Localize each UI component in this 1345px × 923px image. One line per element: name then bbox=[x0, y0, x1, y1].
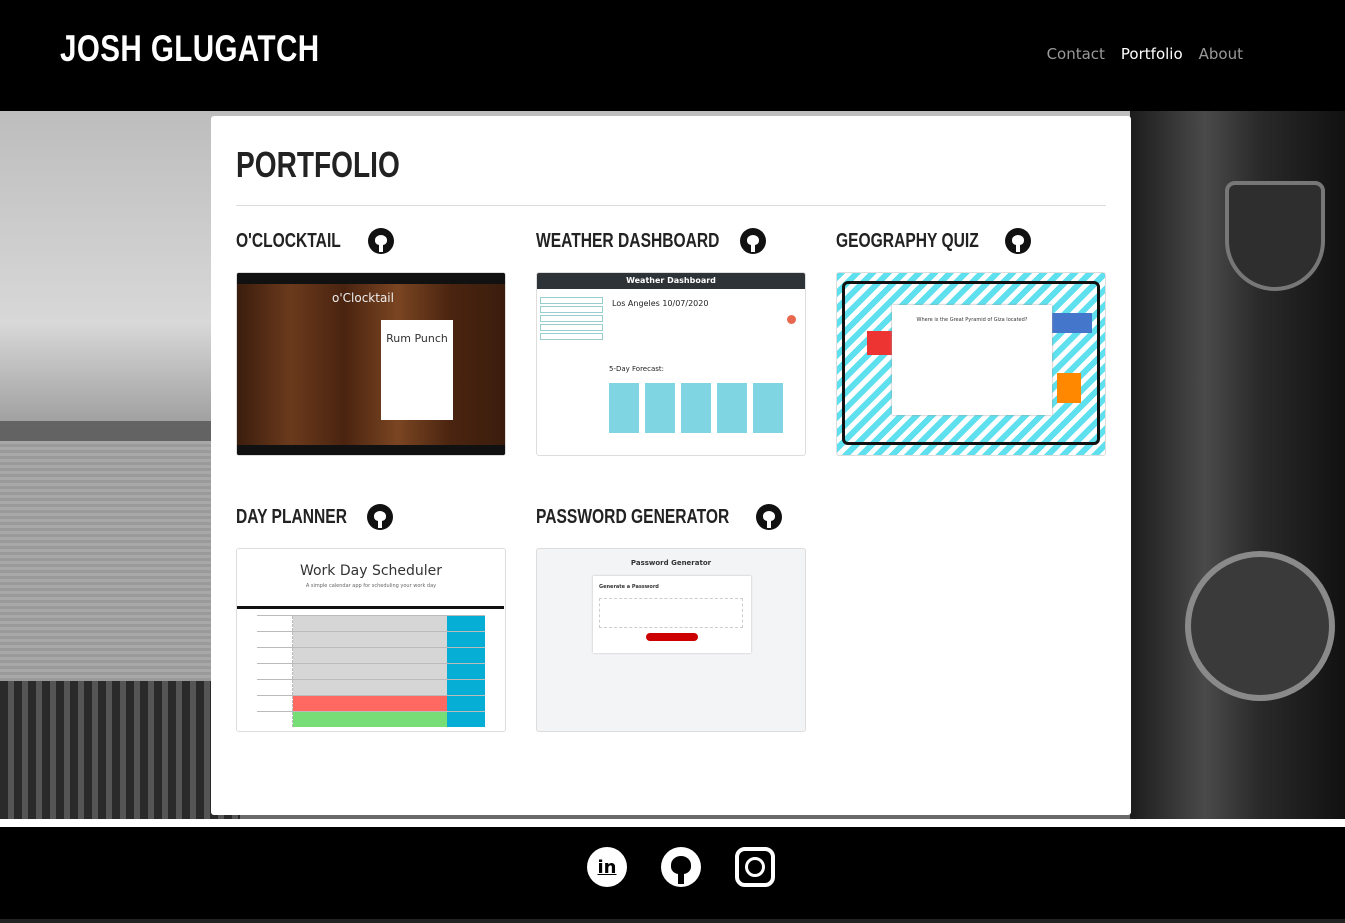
project-screenshot[interactable]: Work Day Scheduler A simple calendar app… bbox=[236, 548, 506, 732]
schedule-rows bbox=[257, 615, 485, 727]
github-icon[interactable] bbox=[740, 228, 767, 254]
quiz-box: Where is the Great Pyramid of Giza locat… bbox=[892, 305, 1052, 415]
thumb-subtitle: Generate a Password bbox=[599, 584, 659, 590]
nav-about[interactable]: About bbox=[1199, 45, 1243, 63]
main-nav: Contact Portfolio About bbox=[1047, 45, 1243, 63]
nav-contact[interactable]: Contact bbox=[1047, 45, 1105, 63]
site-footer: in bbox=[0, 819, 1345, 923]
forecast-cards bbox=[609, 383, 783, 433]
project-weather-dashboard: WEATHER DASHBOARD Weather Dashboard Los … bbox=[536, 226, 806, 456]
project-title: PASSWORD GENERATOR bbox=[536, 505, 730, 528]
generate-button bbox=[646, 633, 698, 641]
drink-image bbox=[309, 320, 381, 420]
footer-bottom-line bbox=[0, 919, 1345, 923]
project-title: DAY PLANNER bbox=[236, 505, 347, 528]
badge-sticker bbox=[1185, 551, 1335, 701]
github-icon[interactable] bbox=[755, 504, 782, 530]
project-screenshot[interactable]: Where is the Great Pyramid of Giza locat… bbox=[836, 272, 1106, 456]
crest-sticker bbox=[1225, 181, 1325, 291]
thumb-title: Work Day Scheduler bbox=[299, 563, 443, 579]
password-area bbox=[599, 598, 743, 628]
github-icon[interactable] bbox=[1005, 228, 1031, 254]
thumb-header: Weather Dashboard bbox=[537, 273, 805, 289]
linkedin-icon[interactable]: in bbox=[587, 847, 627, 887]
title-divider bbox=[236, 205, 1106, 206]
city-sidebar bbox=[540, 295, 603, 340]
project-screenshot[interactable]: o'Clocktail Rum Punch bbox=[236, 272, 506, 456]
project-screenshot[interactable]: Weather Dashboard Los Angeles 10/07/2020… bbox=[536, 272, 806, 456]
thumb-forecast-label: 5-Day Forecast: bbox=[609, 365, 665, 373]
thumb-title: Password Generator bbox=[630, 559, 712, 567]
recipe-panel: Rum Punch bbox=[381, 320, 453, 420]
project-day-planner: DAY PLANNER Work Day Scheduler A simple … bbox=[236, 502, 506, 732]
thumb-subtitle: A simple calendar app for scheduling you… bbox=[305, 583, 437, 589]
project-password-generator: PASSWORD GENERATOR Password Generator Ge… bbox=[536, 502, 806, 732]
padlocks bbox=[0, 681, 240, 819]
github-icon[interactable] bbox=[367, 504, 394, 530]
instagram-icon[interactable] bbox=[735, 847, 775, 887]
thumb-navbar bbox=[237, 273, 505, 284]
nav-portfolio[interactable]: Portfolio bbox=[1121, 45, 1183, 63]
footer-divider bbox=[0, 819, 1345, 827]
github-icon[interactable] bbox=[368, 228, 395, 254]
project-title: O'CLOCKTAIL bbox=[236, 229, 341, 252]
thumb-title: o'Clocktail bbox=[332, 291, 394, 305]
project-screenshot[interactable]: Password Generator Generate a Password bbox=[536, 548, 806, 732]
github-icon[interactable] bbox=[661, 847, 701, 887]
map-region bbox=[1057, 373, 1081, 403]
project-title: WEATHER DASHBOARD bbox=[536, 229, 720, 252]
map-region bbox=[1052, 313, 1092, 333]
thumb-footer bbox=[237, 445, 505, 455]
social-links: in bbox=[587, 847, 775, 887]
site-header: JOSH GLUGATCH Contact Portfolio About bbox=[0, 0, 1345, 111]
generator-box: Generate a Password bbox=[593, 576, 751, 653]
thumb-city: Los Angeles 10/07/2020 bbox=[612, 299, 709, 308]
project-oclocktail: O'CLOCKTAIL o'Clocktail Rum Punch bbox=[236, 226, 506, 456]
thumb-divider bbox=[237, 606, 504, 609]
project-geography-quiz: GEOGRAPHY QUIZ Where is the Great Pyrami… bbox=[836, 226, 1106, 456]
portfolio-card: PORTFOLIO O'CLOCKTAIL o'Clocktail Rum Pu… bbox=[211, 116, 1131, 815]
project-title: GEOGRAPHY QUIZ bbox=[836, 229, 979, 252]
brand-title[interactable]: JOSH GLUGATCH bbox=[60, 28, 320, 70]
page-title: PORTFOLIO bbox=[236, 144, 400, 185]
uv-indicator bbox=[787, 315, 796, 324]
